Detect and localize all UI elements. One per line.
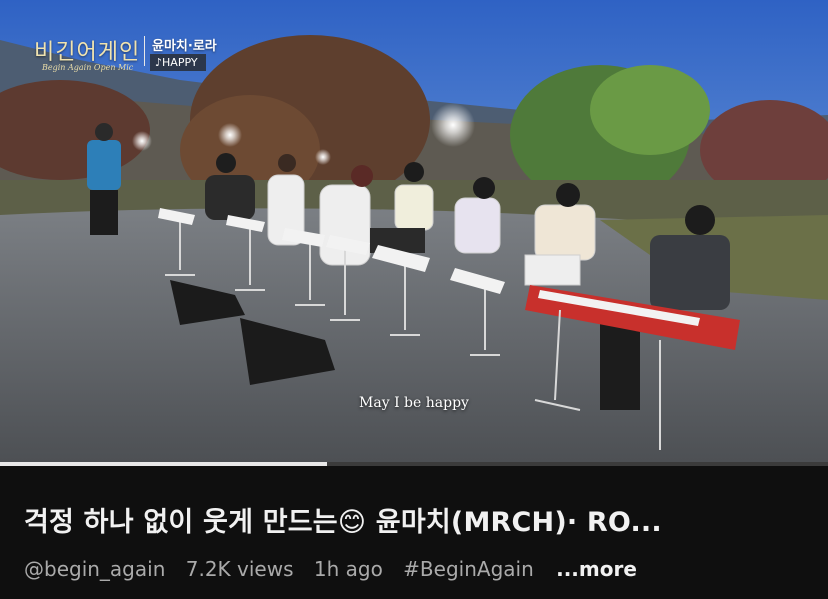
- video-meta-row: @begin_again 7.2K views 1h ago #BeginAga…: [24, 557, 651, 581]
- guest-label: 윤마치·로라: [152, 39, 217, 54]
- upload-age: 1h ago: [313, 557, 383, 581]
- logo-divider: [144, 36, 145, 66]
- show-logo-subtext: Begin Again Open Mic: [42, 63, 134, 72]
- video-subtitle: May I be happy: [359, 395, 469, 411]
- more-button[interactable]: ...more: [556, 557, 637, 581]
- show-logo: 비긴어게인: [34, 40, 141, 65]
- video-progress-fill: [0, 462, 328, 466]
- channel-handle[interactable]: @begin_again: [24, 557, 165, 581]
- video-title[interactable]: 걱정 하나 없이 웃게 만드는😊 윤마치(MRCH)· RO...: [24, 500, 814, 539]
- video-progress-bar[interactable]: [0, 462, 828, 466]
- hashtag-link[interactable]: #BeginAgain: [403, 557, 534, 581]
- song-tag: ♪HAPPY: [150, 54, 206, 71]
- view-count: 7.2K views: [185, 557, 294, 581]
- video-player[interactable]: 비긴어게인 Begin Again Open Mic 윤마치·로라 ♪HAPPY…: [0, 0, 828, 462]
